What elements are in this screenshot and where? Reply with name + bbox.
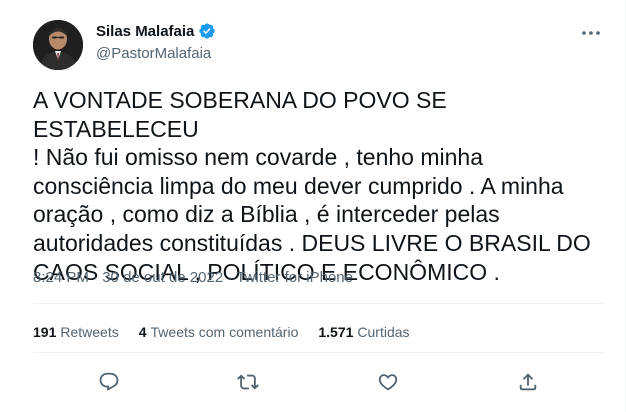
author-handle[interactable]: @PastorMalafaia: [96, 45, 211, 62]
quote-tweets-label: Tweets com comentário: [150, 324, 299, 340]
engagement-stats: 191 Retweets 4 Tweets com comentário 1.571…: [33, 313, 603, 351]
likes-stat[interactable]: 1.571 Curtidas: [318, 324, 409, 340]
author-name[interactable]: Silas Malafaia: [96, 23, 194, 40]
divider: [33, 303, 603, 304]
tweet-source[interactable]: Twitter for iPhone: [236, 269, 353, 286]
tweet-card: Silas Malafaia @PastorMalafaia A VONTADE…: [0, 0, 626, 412]
action-bar: [33, 362, 603, 402]
tweet-time: 8:24 PM: [33, 269, 89, 286]
divider: [33, 352, 603, 353]
likes-count: 1.571: [318, 324, 354, 340]
tweet-time-link[interactable]: 8:24 PM · 30 de out de 2022: [33, 269, 223, 286]
avatar[interactable]: [33, 20, 83, 70]
tweet-text: A VONTADE SOBERANA DO POVO SE ESTABELECE…: [33, 87, 591, 285]
retweet-icon[interactable]: [231, 362, 265, 402]
meta-separator: ·: [227, 269, 233, 286]
likes-label: Curtidas: [357, 324, 410, 340]
verified-badge-icon: [198, 22, 216, 40]
author-row: Silas Malafaia: [96, 22, 216, 40]
more-options-icon[interactable]: [580, 22, 602, 44]
reply-icon[interactable]: [92, 362, 126, 402]
quote-tweets-stat[interactable]: 4 Tweets com comentário: [139, 324, 299, 340]
retweets-label: Retweets: [60, 324, 119, 340]
avatar-photo: [33, 20, 83, 70]
tweet-metadata: 8:24 PM · 30 de out de 2022 · Twitter fo…: [33, 269, 353, 286]
meta-separator: ·: [93, 269, 99, 286]
retweets-count: 191: [33, 324, 57, 340]
share-icon[interactable]: [511, 362, 545, 402]
quote-tweets-count: 4: [138, 324, 147, 340]
retweets-stat[interactable]: 191 Retweets: [33, 324, 119, 340]
tweet-date: 30 de out de 2022: [102, 269, 224, 286]
like-icon[interactable]: [371, 362, 405, 402]
